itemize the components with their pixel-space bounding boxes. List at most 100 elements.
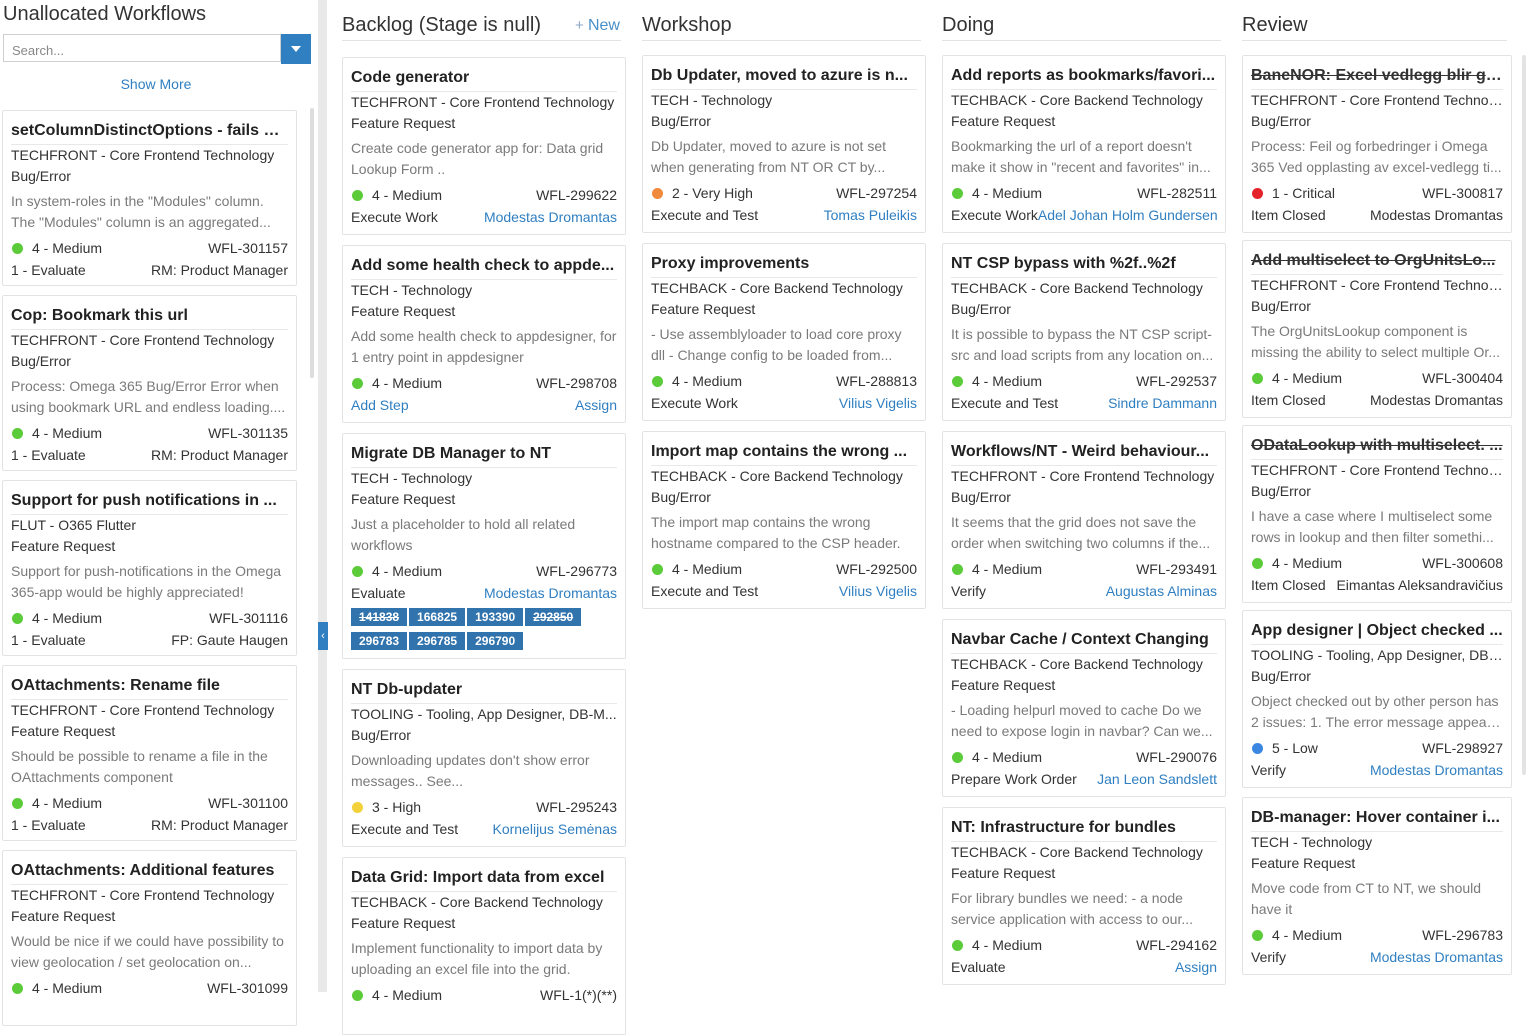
card-title[interactable]: Add reports as bookmarks/favori... <box>951 63 1217 90</box>
assignee[interactable]: Kornelijus Semėnas <box>492 818 617 840</box>
assign-link[interactable]: Assign <box>1175 956 1217 978</box>
workflow-card[interactable]: ODataLookup with multiselect. ... TECHFRO… <box>1242 425 1512 603</box>
card-title[interactable]: Data Grid: Import data from excel <box>351 865 617 892</box>
priority: 4 - Medium <box>951 370 1042 392</box>
workflow-card[interactable]: Code generator TECHFRONT - Core Frontend … <box>342 57 626 235</box>
stage-label: Execute Work <box>651 395 738 411</box>
assignee[interactable]: Modestas Dromantas <box>484 582 617 604</box>
workflow-card[interactable]: Support for push notifications in ... FLU… <box>2 480 297 656</box>
card-title[interactable]: DB-manager: Hover container i... <box>1251 805 1503 832</box>
workflow-card[interactable]: DB-manager: Hover container i... TECH - T… <box>1242 797 1512 975</box>
new-workflow-button[interactable]: + New <box>575 17 620 35</box>
column-header-divider <box>1242 40 1507 41</box>
priority-dot-icon <box>12 798 23 809</box>
left-scrollbar[interactable] <box>310 108 314 378</box>
workflow-card[interactable]: Add some health check to appde... TECH - … <box>342 245 626 423</box>
card-description-line: Would be nice if we could have possibili… <box>11 933 284 949</box>
card-description-line: missing the ability to select multiple O… <box>1251 344 1500 360</box>
board-scrollbar[interactable] <box>1522 55 1526 775</box>
workflow-card[interactable]: Add multiselect to OrgUnitsLo... TECHFRON… <box>1242 240 1512 418</box>
card-type: Bug/Error <box>951 489 1011 505</box>
workflow-card[interactable]: Add reports as bookmarks/favori... TECHBA… <box>942 55 1226 233</box>
workflow-card[interactable]: Db Updater, moved to azure is n... TECH -… <box>642 55 926 233</box>
card-stage-row: Execute Work Vilius Vigelis <box>651 392 917 414</box>
add-step-link[interactable]: Add Step <box>351 394 409 416</box>
assignee[interactable]: Modestas Dromantas <box>1370 759 1503 781</box>
card-title[interactable]: Import map contains the wrong ... <box>651 439 917 466</box>
card-product: TECH - Technology <box>351 470 473 486</box>
card-title[interactable]: NT CSP bypass with %2f..%2f <box>951 251 1217 278</box>
assignee[interactable]: Tomas Puleikis <box>824 204 917 226</box>
workflow-card[interactable]: NT Db-updater TOOLING - Tooling, App Desi… <box>342 669 626 847</box>
card-title[interactable]: OAttachments: Additional features <box>11 858 288 885</box>
assignee[interactable]: Vilius Vigelis <box>839 392 917 414</box>
workflow-card[interactable]: NT: Infrastructure for bundles TECHBACK -… <box>942 807 1226 985</box>
card-title[interactable]: setColumnDistinctOptions - fails w... <box>11 118 288 145</box>
related-workflow-tag[interactable]: 166825 <box>409 608 466 626</box>
workflow-card[interactable]: App designer | Object checked ... TOOLING… <box>1242 610 1512 788</box>
workflow-card[interactable]: NT CSP bypass with %2f..%2f TECHBACK - Co… <box>942 243 1226 421</box>
workflow-card[interactable]: OAttachments: Rename file TECHFRONT - Cor… <box>2 665 297 841</box>
card-title[interactable]: Support for push notifications in ... <box>11 488 288 515</box>
assignee[interactable]: Sindre Dammann <box>1108 392 1217 414</box>
workflow-card[interactable]: Import map contains the wrong ... TECHBAC… <box>642 431 926 609</box>
chevron-down-icon[interactable] <box>281 34 311 64</box>
card-description-line: 365-app would be highly appreciated! <box>11 584 244 600</box>
assignee[interactable]: Vilius Vigelis <box>839 580 917 602</box>
related-workflow-tag[interactable]: 193390 <box>467 608 524 626</box>
card-title[interactable]: Migrate DB Manager to NT <box>351 441 617 468</box>
workflow-id: WFL-301157 <box>208 240 288 256</box>
search-input[interactable]: Search... <box>3 34 281 62</box>
assign-link[interactable]: Assign <box>575 394 617 416</box>
card-priority-row: 4 - Medium WFL-1(*)(**) <box>351 984 617 1006</box>
card-stage-row: 1 - Evaluate FP: Gaute Haugen <box>11 629 288 651</box>
card-title[interactable]: Proxy improvements <box>651 251 917 278</box>
workflow-card[interactable]: Migrate DB Manager to NT TECH - Technolog… <box>342 433 626 659</box>
workflow-card[interactable]: Cop: Bookmark this url TECHFRONT - Core F… <box>2 295 297 471</box>
workflow-card[interactable]: Data Grid: Import data from excel TECHBAC… <box>342 857 626 1035</box>
related-workflow-tag[interactable]: 296783 <box>351 632 408 650</box>
related-workflow-tag[interactable]: 296785 <box>409 632 466 650</box>
card-product: TOOLING - Tooling, App Designer, DB-M... <box>351 706 617 722</box>
related-workflow-tag[interactable]: 141838 <box>351 608 408 626</box>
card-title[interactable]: Workflows/NT - Weird behaviour... <box>951 439 1217 466</box>
assignee[interactable]: Modestas Dromantas <box>1370 946 1503 968</box>
workflow-card[interactable]: BaneNOR: Excel vedlegg blir gj... TECHFRO… <box>1242 55 1512 233</box>
workflow-card[interactable]: Proxy improvements TECHBACK - Core Backen… <box>642 243 926 421</box>
card-product: TECHBACK - Core Backend Technology <box>351 894 603 910</box>
card-title[interactable]: Add multiselect to OrgUnitsLo... <box>1251 248 1503 275</box>
card-title[interactable]: Db Updater, moved to azure is n... <box>651 63 917 90</box>
related-workflow-tag[interactable]: 296790 <box>467 632 524 650</box>
workflow-card[interactable]: Workflows/NT - Weird behaviour... TECHFRO… <box>942 431 1226 609</box>
priority-label: 4 - Medium <box>972 373 1043 389</box>
panel-divider <box>318 0 327 992</box>
card-title[interactable]: App designer | Object checked ... <box>1251 618 1503 645</box>
workflow-card[interactable]: Navbar Cache / Context Changing TECHBACK … <box>942 619 1226 797</box>
assignee[interactable]: Jan Leon Sandslett <box>1097 768 1217 790</box>
card-title[interactable]: OAttachments: Rename file <box>11 673 288 700</box>
card-title[interactable]: BaneNOR: Excel vedlegg blir gj... <box>1251 63 1503 90</box>
card-title[interactable]: ODataLookup with multiselect. ... <box>1251 433 1503 460</box>
assignee[interactable]: Modestas Dromantas <box>484 206 617 228</box>
related-workflow-tags: 141838 166825 193390 292850 296783 296785 2967… <box>351 608 617 656</box>
priority: 4 - Medium <box>351 984 442 1006</box>
card-title[interactable]: Code generator <box>351 65 617 92</box>
priority-dot-icon <box>1252 558 1263 569</box>
priority-dot-icon <box>1252 930 1263 941</box>
card-description-line: dll - Change config to be loaded from... <box>651 347 893 363</box>
card-description-line: service application with access to our..… <box>951 911 1194 927</box>
assignee[interactable]: Adel Johan Holm Gundersen <box>1038 204 1218 226</box>
assignee[interactable]: Augustas Alminas <box>1106 580 1217 602</box>
card-description-line: src and load scripts from any location o… <box>951 347 1214 363</box>
collapse-panel-icon[interactable]: ‹ <box>318 622 328 650</box>
card-title[interactable]: Cop: Bookmark this url <box>11 303 288 330</box>
card-title[interactable]: NT Db-updater <box>351 677 617 704</box>
card-title[interactable]: Add some health check to appde... <box>351 253 617 280</box>
show-more-link[interactable]: Show More <box>0 76 312 92</box>
workflow-card[interactable]: setColumnDistinctOptions - fails w... TEC… <box>2 110 297 286</box>
workflow-card[interactable]: OAttachments: Additional features TECHFRO… <box>2 850 297 1026</box>
card-description: Object checked out by other person has 2 … <box>1251 691 1503 733</box>
card-title[interactable]: Navbar Cache / Context Changing <box>951 627 1217 654</box>
card-title[interactable]: NT: Infrastructure for bundles <box>951 815 1217 842</box>
related-workflow-tag[interactable]: 292850 <box>525 608 582 626</box>
